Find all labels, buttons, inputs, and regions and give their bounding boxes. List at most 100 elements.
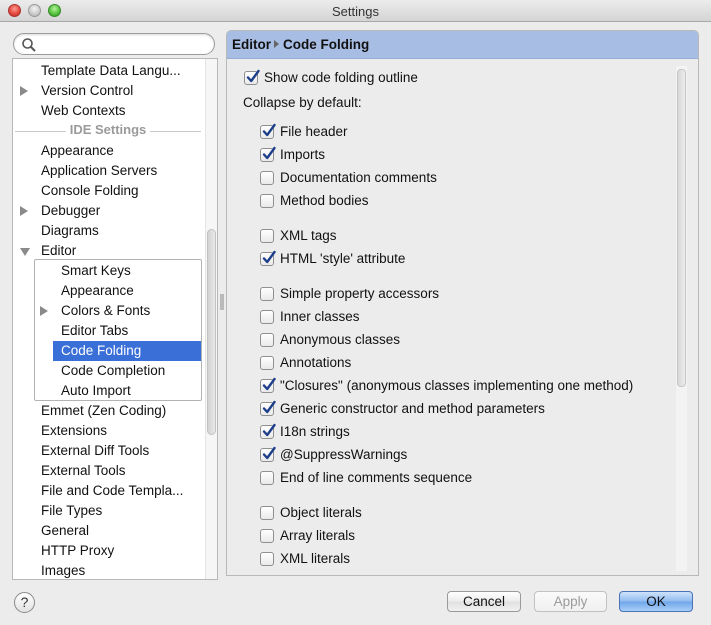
tree-item-label: Editor bbox=[41, 243, 77, 258]
tree-item-emmet-zen-coding[interactable]: Emmet (Zen Coding) bbox=[13, 401, 203, 421]
checkbox-unchecked[interactable] bbox=[260, 287, 274, 301]
tree-item-console-folding[interactable]: Console Folding bbox=[13, 181, 203, 201]
pane-splitter[interactable] bbox=[218, 58, 226, 580]
tree-item-label: General bbox=[41, 523, 90, 538]
collapse-arrow-icon[interactable] bbox=[20, 248, 30, 256]
tree-item-external-tools[interactable]: External Tools bbox=[13, 461, 203, 481]
search-input[interactable] bbox=[40, 36, 210, 52]
expand-arrow-icon[interactable] bbox=[20, 86, 28, 96]
option-label: @SuppressWarnings bbox=[280, 447, 408, 462]
checkmark-icon bbox=[262, 446, 276, 460]
checkbox-checked[interactable] bbox=[260, 250, 276, 266]
option-label: Array literals bbox=[280, 528, 356, 543]
tree-item-debugger[interactable]: Debugger bbox=[13, 201, 203, 221]
tree-item-label: Web Contexts bbox=[41, 103, 126, 118]
tree-item-file-and-code-templa[interactable]: File and Code Templa... bbox=[13, 481, 203, 501]
tree-item-label: Application Servers bbox=[41, 163, 158, 178]
checkbox-unchecked[interactable] bbox=[260, 506, 274, 520]
ide-settings-separator: IDE Settings bbox=[15, 121, 201, 141]
tree-item-label: External Diff Tools bbox=[41, 443, 150, 458]
breadcrumb-editor[interactable]: Editor bbox=[232, 37, 271, 52]
tree-item-label: Debugger bbox=[41, 203, 101, 218]
help-button[interactable]: ? bbox=[14, 592, 35, 613]
tree-item-label: File Types bbox=[41, 503, 103, 518]
checkbox-checked[interactable] bbox=[260, 423, 276, 439]
tree-item-label: Extensions bbox=[41, 423, 108, 438]
content-scrollbar-thumb[interactable] bbox=[677, 69, 686, 387]
checkmark-icon bbox=[262, 423, 276, 437]
tree-item-label: Version Control bbox=[41, 83, 134, 98]
tree-item-http-proxy[interactable]: HTTP Proxy bbox=[13, 541, 203, 561]
checkbox-unchecked[interactable] bbox=[260, 529, 274, 543]
tree-item-version-control[interactable]: Version Control bbox=[13, 81, 203, 101]
tree-item-editor-code-completion[interactable]: Code Completion bbox=[13, 361, 203, 381]
tree-item-template-data-langu[interactable]: Template Data Langu... bbox=[13, 61, 203, 81]
option-label: Inner classes bbox=[280, 309, 360, 324]
checkbox-unchecked[interactable] bbox=[260, 356, 274, 370]
breadcrumb-code-folding: Code Folding bbox=[283, 37, 370, 52]
tree-item-editor-auto-import[interactable]: Auto Import bbox=[13, 381, 203, 401]
checkmark-icon bbox=[246, 69, 260, 83]
checkmark-icon bbox=[262, 146, 276, 160]
expand-arrow-icon[interactable] bbox=[20, 206, 28, 216]
option-label: Simple property accessors bbox=[280, 286, 440, 301]
tree-item-file-types[interactable]: File Types bbox=[13, 501, 203, 521]
checkbox-unchecked[interactable] bbox=[260, 171, 274, 185]
tree-item-external-diff-tools[interactable]: External Diff Tools bbox=[13, 441, 203, 461]
tree-item-label: Colors & Fonts bbox=[61, 303, 151, 318]
checkbox-checked[interactable] bbox=[260, 146, 276, 162]
settings-tree[interactable]: IDE Settings Template Data Langu... Versi… bbox=[12, 58, 218, 580]
checkbox-unchecked[interactable] bbox=[260, 552, 274, 566]
option-label: XML tags bbox=[280, 228, 337, 243]
option-label: HTML 'style' attribute bbox=[280, 251, 406, 266]
checkbox-unchecked[interactable] bbox=[260, 194, 274, 208]
tree-item-label: Template Data Langu... bbox=[41, 63, 181, 78]
checkbox-unchecked[interactable] bbox=[260, 333, 274, 347]
checkbox-checked[interactable] bbox=[260, 377, 276, 393]
tree-item-label: Smart Keys bbox=[61, 263, 131, 278]
checkbox-unchecked[interactable] bbox=[260, 229, 274, 243]
settings-search-field[interactable] bbox=[13, 33, 215, 55]
ok-button[interactable]: OK bbox=[619, 591, 693, 612]
option-label: File header bbox=[280, 124, 348, 139]
checkbox-unchecked[interactable] bbox=[260, 471, 274, 485]
cancel-button[interactable]: Cancel bbox=[447, 591, 521, 612]
option-label: XML literals bbox=[280, 551, 351, 566]
option-label: I18n strings bbox=[280, 424, 350, 439]
checkbox-unchecked[interactable] bbox=[260, 310, 274, 324]
tree-item-editor-code-folding[interactable]: Code Folding bbox=[53, 341, 201, 361]
option-label: "Closures" (anonymous classes implementi… bbox=[280, 378, 634, 393]
tree-item-general[interactable]: General bbox=[13, 521, 203, 541]
tree-item-appearance[interactable]: Appearance bbox=[13, 141, 203, 161]
option-label: Method bodies bbox=[280, 193, 369, 208]
tree-item-editor-smart-keys[interactable]: Smart Keys bbox=[13, 261, 203, 281]
apply-button[interactable]: Apply bbox=[534, 591, 607, 612]
tree-scrollbar-thumb[interactable] bbox=[207, 229, 216, 435]
tree-item-editor[interactable]: Editor bbox=[13, 241, 203, 261]
code-folding-panel: Editor Code Folding Show code folding out… bbox=[226, 30, 699, 576]
tree-item-label: Diagrams bbox=[41, 223, 99, 238]
checkbox-checked[interactable] bbox=[260, 123, 276, 139]
checkmark-icon bbox=[262, 400, 276, 414]
tree-item-editor-colors-fonts[interactable]: Colors & Fonts bbox=[13, 301, 203, 321]
option-label: Object literals bbox=[280, 505, 362, 520]
tree-item-diagrams[interactable]: Diagrams bbox=[13, 221, 203, 241]
checkmark-icon bbox=[262, 250, 276, 264]
tree-item-label: Images bbox=[41, 563, 86, 578]
checkbox-checked[interactable] bbox=[260, 446, 276, 462]
tree-item-label: HTTP Proxy bbox=[41, 543, 115, 558]
tree-item-web-contexts[interactable]: Web Contexts bbox=[13, 101, 203, 121]
checkmark-icon bbox=[262, 377, 276, 391]
option-label: Documentation comments bbox=[280, 170, 437, 185]
tree-item-application-servers[interactable]: Application Servers bbox=[13, 161, 203, 181]
tree-item-label: Console Folding bbox=[41, 183, 139, 198]
tree-item-editor-editor-tabs[interactable]: Editor Tabs bbox=[13, 321, 203, 341]
tree-item-images[interactable]: Images bbox=[13, 561, 203, 579]
expand-arrow-icon[interactable] bbox=[40, 306, 48, 316]
tree-item-extensions[interactable]: Extensions bbox=[13, 421, 203, 441]
checkbox-checked[interactable] bbox=[260, 400, 276, 416]
tree-item-editor-appearance[interactable]: Appearance bbox=[13, 281, 203, 301]
checkbox-checked[interactable] bbox=[244, 69, 260, 85]
tree-item-label: File and Code Templa... bbox=[41, 483, 184, 498]
breadcrumb: Editor Code Folding bbox=[232, 37, 369, 52]
